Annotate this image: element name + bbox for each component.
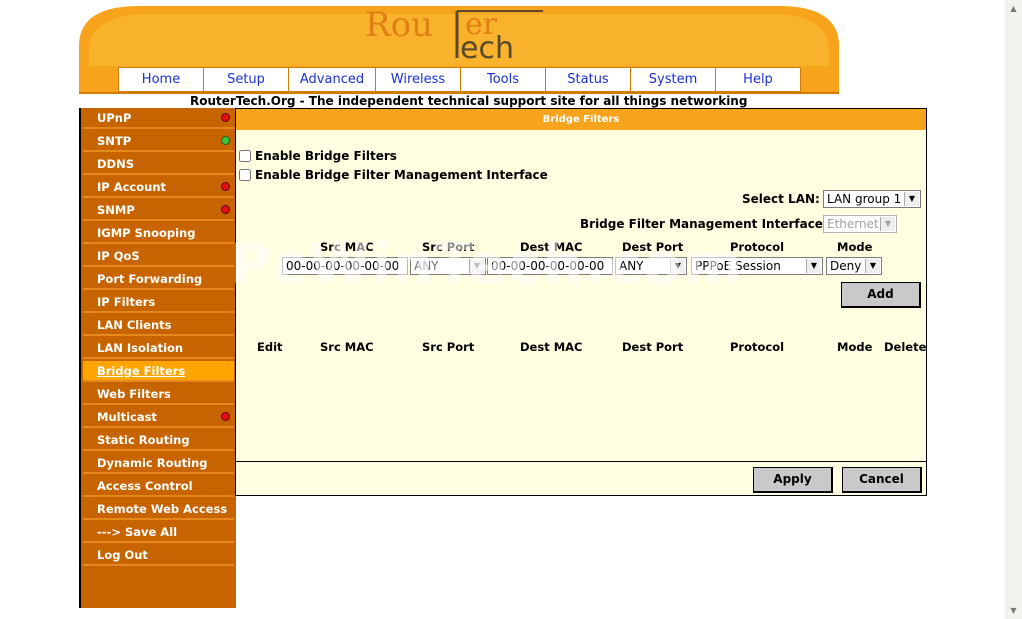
sidebar-item-ip-qos[interactable]: IP QoS [83,246,234,267]
sidebar-item-label: Log Out [97,548,148,562]
routertech-logo: Rou er ech [365,6,555,66]
sidebar-item-ddns[interactable]: DDNS [83,154,234,175]
sidebar-item-label: LAN Isolation [97,341,184,355]
enable-mgmt-interface-checkbox[interactable] [239,169,251,181]
watermark: PcWinTech.com [230,232,745,297]
sidebar-item-ip-account[interactable]: IP Account [83,177,234,198]
enable-bridge-filters-checkbox[interactable] [239,150,251,162]
sidebar: UPnP SNTP DDNS IP Account SNMP IGMP Snoo… [79,108,236,608]
svg-text:ech: ech [460,31,514,66]
chevron-down-icon: ▼ [880,217,895,231]
top-navigation: Home Setup Advanced Wireless Tools Statu… [79,66,839,94]
select-lan-value: LAN group 1 [827,192,902,206]
nav-setup[interactable]: Setup [203,67,289,92]
select-lan-dropdown[interactable]: LAN group 1 ▼ [823,190,921,208]
nav-system[interactable]: System [630,67,716,92]
nav-help[interactable]: Help [715,67,801,92]
mgmt-interface-dropdown: Ethernet ▼ [823,215,897,233]
sidebar-item-sntp[interactable]: SNTP [83,131,234,152]
mode-value: Deny [830,259,862,273]
sidebar-item-log-out[interactable]: Log Out [83,545,234,566]
nav-status[interactable]: Status [545,67,631,92]
table-header-edit: Edit [257,340,283,354]
enable-bridge-filters-label: Enable Bridge Filters [255,149,397,163]
sidebar-item-label: Web Filters [97,387,171,401]
sidebar-item-lan-clients[interactable]: LAN Clients [83,315,234,336]
select-lan-label: Select LAN: [742,192,820,206]
sidebar-item-snmp[interactable]: SNMP [83,200,234,221]
sidebar-item-label: IP Account [97,180,167,194]
mode-dropdown[interactable]: Deny ▼ [826,257,882,275]
table-header-src-port: Src Port [422,340,475,354]
sidebar-item-upnp[interactable]: UPnP [83,108,234,129]
nav-wireless[interactable]: Wireless [375,67,461,92]
table-header-protocol: Protocol [730,340,785,354]
sidebar-item-access-control[interactable]: Access Control [83,476,234,497]
sidebar-item-label: IP Filters [97,295,156,309]
site-tagline: RouterTech.Org - The independent technic… [190,94,748,108]
sidebar-item-label: Port Forwarding [97,272,203,286]
cancel-button[interactable]: Cancel [842,467,922,493]
bridge-filters-panel: Bridge Filters Enable Bridge Filters Ena… [235,108,927,496]
sidebar-item-dynamic-routing[interactable]: Dynamic Routing [83,453,234,474]
status-green-icon [221,136,230,145]
sidebar-item-label: SNMP [97,203,135,217]
chevron-down-icon: ▼ [865,259,880,273]
mgmt-interface-value: Ethernet [827,217,879,231]
sidebar-item-label: Bridge Filters [97,364,186,378]
sidebar-item-web-filters[interactable]: Web Filters [83,384,234,405]
svg-text:Rou: Rou [365,6,433,45]
chevron-down-icon: ▼ [806,259,821,273]
table-header-src-mac: Src MAC [320,340,374,354]
sidebar-item-multicast[interactable]: Multicast [83,407,234,428]
status-red-icon [221,412,230,421]
mgmt-interface-label: Bridge Filter Management Interface: [580,217,828,231]
form-header-mode: Mode [837,240,873,254]
status-red-icon [221,205,230,214]
sidebar-item-static-routing[interactable]: Static Routing [83,430,234,451]
sidebar-item-ip-filters[interactable]: IP Filters [83,292,234,313]
table-header-mode: Mode [837,340,873,354]
sidebar-item-label: IGMP Snooping [97,226,196,240]
nav-tools[interactable]: Tools [460,67,546,92]
sidebar-item-remote-web-access[interactable]: Remote Web Access [83,499,234,520]
scroll-up-icon[interactable]: ▲ [1007,2,1020,15]
enable-mgmt-interface-label: Enable Bridge Filter Management Interfac… [255,168,548,182]
status-red-icon [221,113,230,122]
table-header-dest-mac: Dest MAC [520,340,583,354]
sidebar-item-lan-isolation[interactable]: LAN Isolation [83,338,234,359]
vertical-scrollbar[interactable]: ▲ ▼ [1005,0,1022,619]
sidebar-item-save-all[interactable]: ---> Save All [83,522,234,543]
add-button[interactable]: Add [841,282,921,308]
sidebar-item-label: UPnP [97,111,132,125]
sidebar-item-label: Remote Web Access [97,502,228,516]
panel-title: Bridge Filters [236,109,926,130]
sidebar-item-label: Access Control [97,479,193,493]
sidebar-item-bridge-filters[interactable]: Bridge Filters [83,361,234,382]
sidebar-item-label: SNTP [97,134,132,148]
apply-button[interactable]: Apply [753,467,833,493]
sidebar-item-label: Dynamic Routing [97,456,208,470]
nav-advanced[interactable]: Advanced [288,67,376,92]
chevron-down-icon: ▼ [904,192,919,206]
sidebar-item-port-forwarding[interactable]: Port Forwarding [83,269,234,290]
sidebar-item-label: Static Routing [97,433,190,447]
sidebar-item-label: Multicast [97,410,157,424]
panel-divider [236,461,926,462]
table-header-delete: Delete [884,340,927,354]
enable-mgmt-interface-row: Enable Bridge Filter Management Interfac… [239,168,548,182]
enable-bridge-filters-row: Enable Bridge Filters [239,149,397,163]
nav-home[interactable]: Home [118,67,204,92]
sidebar-item-igmp-snooping[interactable]: IGMP Snooping [83,223,234,244]
scroll-down-icon[interactable]: ▼ [1007,604,1020,617]
table-header-dest-port: Dest Port [622,340,684,354]
header-banner: Rou er ech [79,6,839,66]
sidebar-item-label: LAN Clients [97,318,172,332]
sidebar-item-label: ---> Save All [97,525,178,539]
sidebar-item-label: DDNS [97,157,134,171]
status-red-icon [221,182,230,191]
sidebar-item-label: IP QoS [97,249,140,263]
